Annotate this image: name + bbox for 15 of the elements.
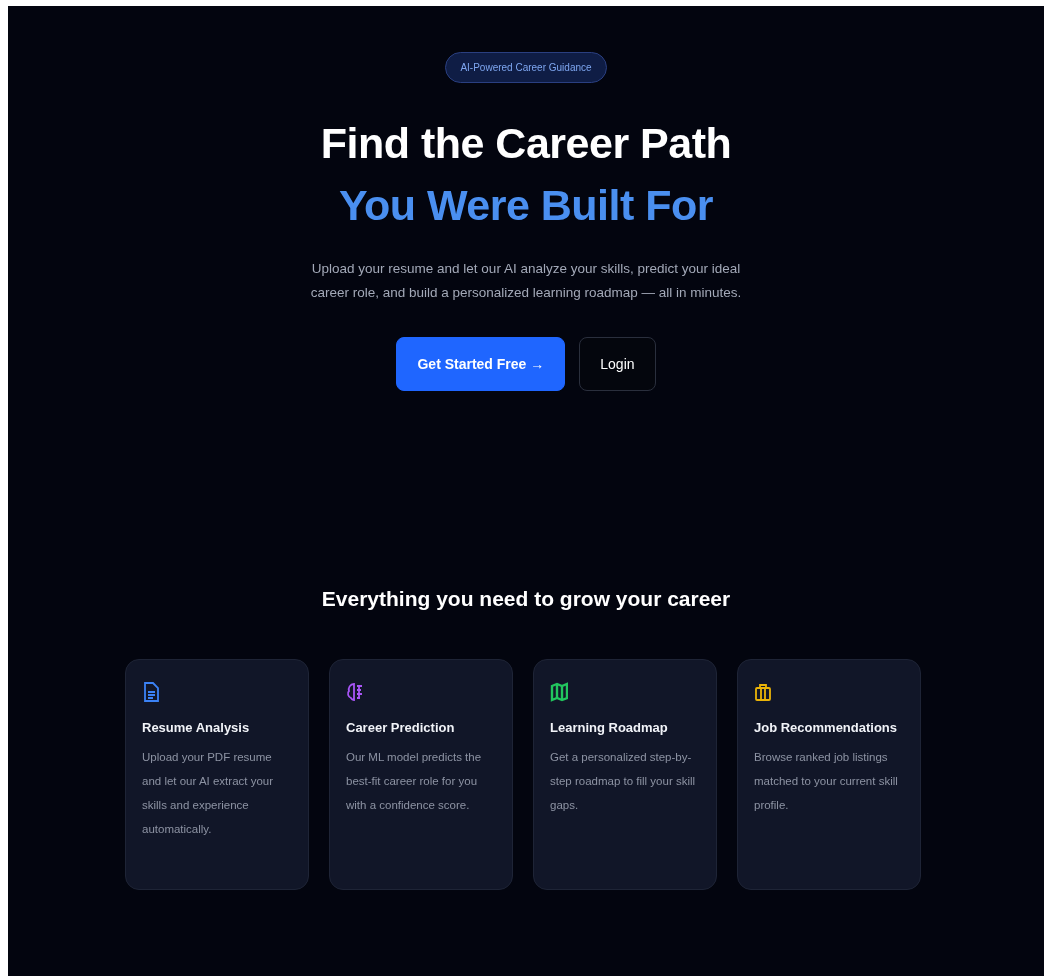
feature-title: Resume Analysis	[142, 720, 251, 735]
feature-description: Get a personalized step-by-step roadmap to fill your skill gaps.	[550, 750, 697, 813]
feature-description: Browse ranked job listings matched to your current skill profile.	[754, 750, 899, 813]
feature-description: Upload your PDF resume and let our AI extract your skills and experience automatically.	[142, 750, 275, 837]
feature-title: Learning Roadmap	[550, 720, 669, 735]
feature-title: Career Prediction	[346, 720, 456, 735]
hero-title: Find the Career Path	[320, 118, 732, 169]
login-button[interactable]: Login	[579, 337, 656, 391]
feature-title: Job Recommendations	[754, 720, 899, 735]
feature-description: Our ML model predicts the best-fit career role for you with a confidence score.	[346, 750, 483, 813]
hero-subtitle: You Were Built For	[338, 180, 713, 231]
get-started-button[interactable]: Get Started Free →	[396, 337, 566, 391]
tagline-badge: AI-Powered Career Guidance	[445, 52, 607, 83]
section-heading: Everything you need to grow your career	[321, 587, 731, 611]
hero-description: Upload your resume and let our AI analyze your skills, predict your ideal career role, and build a personalized learning roadmap — all in minutes.	[309, 260, 743, 302]
